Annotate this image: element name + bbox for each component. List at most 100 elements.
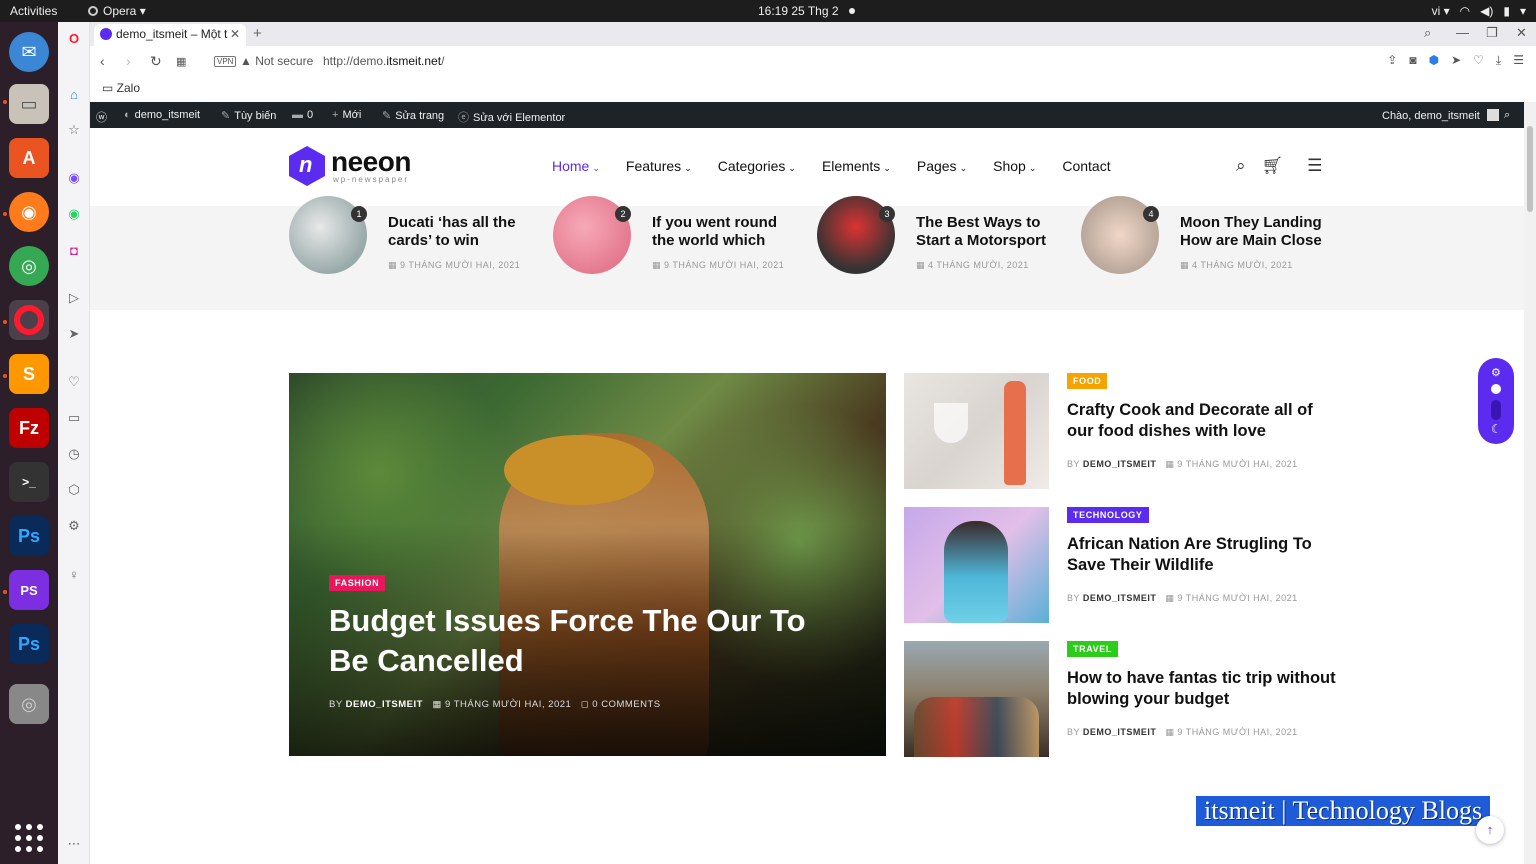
back-to-top-button[interactable]: ↑: [1476, 816, 1504, 844]
wp-account-menu[interactable]: Chào, demo_itsmeit: [1382, 109, 1499, 122]
back-icon[interactable]: ‹: [100, 53, 105, 69]
side-post-image[interactable]: [904, 507, 1049, 623]
nav-item-features[interactable]: Features ⌄: [626, 158, 692, 174]
side-post-title[interactable]: African Nation Are Strugling To Save The…: [1067, 534, 1337, 576]
wp-edit-page-link[interactable]: ✎ Sửa trang: [382, 109, 444, 122]
active-tab[interactable]: demo_itsmeit – Một t ✕: [94, 24, 246, 46]
side-post-author[interactable]: DEMO_ITSMEIT: [1083, 459, 1157, 469]
url-field[interactable]: http://demo.itsmeit.net/: [323, 54, 444, 68]
app-menu[interactable]: Opera ▾: [88, 4, 146, 18]
security-indicator[interactable]: ▲ Not secure: [240, 54, 313, 68]
wp-comments-link[interactable]: ▬ 0: [292, 109, 313, 121]
minimize-icon[interactable]: —: [1456, 25, 1469, 40]
side-post-title[interactable]: Crafty Cook and Decorate all of our food…: [1067, 400, 1337, 442]
side-post-category-badge[interactable]: FOOD: [1067, 373, 1108, 389]
side-post-title[interactable]: How to have fantas tic trip without blow…: [1067, 668, 1337, 710]
show-applications-icon[interactable]: [15, 824, 43, 852]
new-tab-button[interactable]: +: [253, 25, 262, 42]
close-tab-icon[interactable]: ✕: [230, 27, 240, 41]
phpstorm-icon[interactable]: PS: [9, 570, 49, 610]
theme-switcher[interactable]: ⚙ ☾: [1478, 358, 1514, 444]
side-post-author[interactable]: DEMO_ITSMEIT: [1083, 727, 1157, 737]
bookmark-heart-icon[interactable]: ♡: [1473, 53, 1484, 68]
hamburger-menu-icon[interactable]: ☰: [1307, 156, 1322, 176]
side-post-category-badge[interactable]: TRAVEL: [1067, 641, 1118, 657]
snapshot-icon[interactable]: ◙: [1409, 53, 1416, 68]
player-icon[interactable]: ▷: [64, 288, 84, 308]
search-icon[interactable]: ⌕: [1236, 156, 1246, 176]
disc-icon[interactable]: ◎: [9, 684, 49, 724]
tabs-icon[interactable]: ▭: [64, 408, 84, 428]
wordpress-logo-icon[interactable]: ⓦ: [96, 109, 107, 125]
opera-menu-icon[interactable]: O: [64, 28, 84, 48]
hero-category-badge[interactable]: FASHION: [329, 575, 386, 591]
wp-new-link[interactable]: + Mới: [332, 109, 361, 121]
filezilla-icon[interactable]: Fz: [9, 408, 49, 448]
home-icon[interactable]: ⌂: [64, 84, 84, 104]
side-post-image[interactable]: [904, 373, 1049, 489]
nav-item-shop[interactable]: Shop ⌄: [993, 158, 1036, 174]
chrome-icon[interactable]: ◎: [9, 246, 49, 286]
heart-icon[interactable]: ♡: [64, 372, 84, 392]
clock[interactable]: 16:19 25 Thg 2: [758, 4, 855, 18]
software-center-icon[interactable]: A: [9, 138, 49, 178]
hero-title[interactable]: Budget Issues Force The Our To Be Cancel…: [329, 601, 849, 681]
side-post-category-badge[interactable]: TECHNOLOGY: [1067, 507, 1149, 523]
wp-search-icon[interactable]: ⌕: [1504, 109, 1510, 122]
system-tray[interactable]: vi ▾ ◠ ◀) ▮ ▾: [1432, 4, 1526, 18]
messenger-icon[interactable]: ◉: [64, 168, 84, 188]
bookmark-zalo[interactable]: ▭ Zalo: [102, 81, 140, 95]
nav-item-categories[interactable]: Categories ⌄: [718, 158, 796, 174]
tab-grid-icon[interactable]: ▦: [176, 55, 186, 68]
restore-icon[interactable]: ❐: [1486, 25, 1498, 41]
easy-setup-icon[interactable]: ☰: [1513, 53, 1524, 68]
cart-icon[interactable]: 🛒︎: [1262, 156, 1284, 176]
photoshop-icon-2[interactable]: Ps: [9, 624, 49, 664]
download-icon[interactable]: ⤓: [1496, 53, 1501, 68]
more-icon[interactable]: ⋯: [64, 834, 84, 854]
wp-elementor-link[interactable]: ⓔ Sửa với Elementor: [458, 109, 565, 125]
speed-dial-icon[interactable]: ☆: [64, 120, 84, 140]
gear-icon[interactable]: ⚙: [1491, 368, 1501, 379]
extensions-icon[interactable]: ⬡: [64, 480, 84, 500]
firefox-icon[interactable]: ◉: [9, 192, 49, 232]
vpn-badge[interactable]: VPN: [214, 56, 237, 67]
power-menu-icon[interactable]: ▾: [1520, 4, 1526, 18]
hero-post[interactable]: FASHION Budget Issues Force The Our To B…: [289, 373, 886, 756]
send-page-icon[interactable]: ➤: [1451, 53, 1461, 68]
photoshop-icon[interactable]: Ps: [9, 516, 49, 556]
side-post-image[interactable]: [904, 641, 1049, 757]
reload-icon[interactable]: ↻: [150, 53, 162, 70]
opera-dock-icon[interactable]: [9, 300, 49, 340]
hero-comments[interactable]: 0 COMMENTS: [592, 699, 660, 710]
search-tabs-icon[interactable]: ⌕: [1424, 25, 1431, 41]
close-window-icon[interactable]: ✕: [1516, 25, 1527, 41]
whatsapp-icon[interactable]: ◉: [64, 204, 84, 224]
language-indicator[interactable]: vi ▾: [1432, 4, 1450, 18]
send-icon[interactable]: ➤: [64, 324, 84, 344]
trending-title[interactable]: Ducati ‘has all the cards’ to win: [388, 214, 538, 250]
scrollbar-thumb[interactable]: [1527, 126, 1533, 212]
nav-item-home[interactable]: Home ⌄: [552, 158, 600, 174]
trending-title[interactable]: The Best Ways to Start a Motorsport: [916, 214, 1066, 250]
wp-site-link[interactable]: ◐ demo_itsmeit: [124, 109, 200, 121]
side-post-author[interactable]: DEMO_ITSMEIT: [1083, 593, 1157, 603]
nav-item-contact[interactable]: Contact: [1062, 158, 1110, 174]
shield-icon[interactable]: ⬢: [1429, 53, 1439, 68]
light-mode-dot[interactable]: [1491, 384, 1501, 394]
instagram-icon[interactable]: ◘: [64, 240, 84, 260]
activities-button[interactable]: Activities: [10, 4, 57, 18]
trending-title[interactable]: If you went round the world which: [652, 214, 802, 250]
thunderbird-icon[interactable]: ✉: [9, 32, 49, 72]
hero-author[interactable]: DEMO_ITSMEIT: [346, 699, 423, 710]
moon-icon[interactable]: ☾: [1491, 423, 1502, 435]
trending-title[interactable]: Moon They Landing How are Main Close: [1180, 214, 1330, 250]
terminal-icon[interactable]: >_: [9, 462, 49, 502]
forward-icon[interactable]: ›: [126, 53, 131, 69]
share-icon[interactable]: ⇪: [1387, 53, 1397, 68]
nav-item-elements[interactable]: Elements ⌄: [822, 158, 891, 174]
page-scrollbar[interactable]: [1524, 102, 1536, 864]
wp-customize-link[interactable]: ✎ Tùy biến: [221, 109, 276, 122]
history-icon[interactable]: ◷: [64, 444, 84, 464]
files-icon[interactable]: ▭: [9, 84, 49, 124]
